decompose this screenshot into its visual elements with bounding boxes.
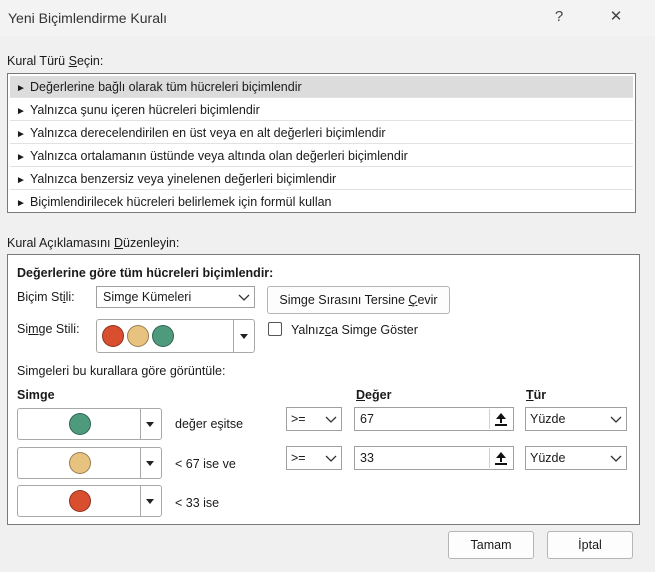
condition-text-row-1: değer eşitse — [175, 417, 244, 431]
red-circle-icon — [69, 490, 91, 512]
column-header-value: Değer — [356, 388, 392, 402]
icon-style-select[interactable] — [96, 319, 255, 353]
yellow-circle-icon — [69, 452, 91, 474]
arrow-right-icon: ► — [16, 83, 26, 94]
title-bar: Yeni Biçimlendirme Kuralı ? ✕ — [0, 0, 655, 36]
format-style-label: Biçim Stili: — [17, 290, 75, 304]
edit-description-label: Kural Açıklamasını Düzenleyin: — [7, 236, 180, 250]
collapse-dialog-icon[interactable] — [489, 448, 512, 468]
condition-text-row-3: < 33 ise — [175, 496, 220, 510]
green-circle-icon — [152, 325, 174, 347]
arrow-right-icon: ► — [16, 175, 26, 186]
icon-select-row-2[interactable] — [17, 447, 162, 479]
dropdown-arrow-icon — [240, 334, 248, 339]
dropdown-arrow-icon — [146, 422, 154, 427]
description-heading: Değerlerine göre tüm hücreleri biçimlend… — [17, 266, 274, 280]
operator-select-row-1[interactable]: >= — [286, 407, 342, 431]
format-style-select[interactable]: Simge Kümeleri — [96, 286, 255, 308]
arrow-right-icon: ► — [16, 106, 26, 117]
operator-select-row-2[interactable]: >= — [286, 446, 342, 470]
rule-description-panel: Değerlerine göre tüm hücreleri biçimlend… — [7, 254, 640, 525]
type-select-row-1[interactable]: Yüzde — [525, 407, 627, 431]
show-icon-only-label: Yalnızca Simge Göster — [291, 323, 418, 337]
arrow-right-icon: ► — [16, 129, 26, 140]
yellow-circle-icon — [127, 325, 149, 347]
column-header-type: Tür — [526, 388, 547, 402]
type-select-row-2[interactable]: Yüzde — [525, 446, 627, 470]
rule-type-item[interactable]: ► Yalnızca benzersiz veya yinelenen değer… — [10, 168, 633, 190]
rule-type-item[interactable]: ► Biçimlendirilecek hücreleri belirlemek … — [10, 191, 633, 213]
help-button[interactable]: ? — [547, 6, 571, 28]
ok-button[interactable]: Tamam — [448, 531, 534, 559]
reverse-icon-order-button[interactable]: Simge Sırasını Tersine Çevir — [267, 286, 450, 314]
arrow-right-icon: ► — [16, 198, 26, 209]
icon-select-row-1[interactable] — [17, 408, 162, 440]
value-input-row-2[interactable]: 33 — [354, 446, 514, 470]
column-header-icon: Simge — [17, 388, 55, 402]
icon-select-row-3[interactable] — [17, 485, 162, 517]
rule-type-label: Kural Türü Seçin: — [7, 54, 104, 68]
close-button[interactable]: ✕ — [604, 6, 628, 28]
window-title: Yeni Biçimlendirme Kuralı — [8, 10, 167, 26]
chevron-down-icon — [325, 455, 337, 462]
cancel-button[interactable]: İptal — [547, 531, 633, 559]
icon-style-label: Simge Stili: — [17, 322, 80, 336]
green-circle-icon — [69, 413, 91, 435]
chevron-down-icon — [325, 416, 337, 423]
chevron-down-icon — [238, 294, 250, 301]
rule-type-item[interactable]: ► Yalnızca ortalamanın üstünde veya altın… — [10, 145, 633, 167]
condition-text-row-2: < 67 ise ve — [175, 457, 236, 471]
chevron-down-icon — [610, 416, 622, 423]
display-rules-label: Simgeleri bu kurallara göre görüntüle: — [17, 364, 226, 378]
show-icon-only-checkbox[interactable] — [268, 322, 282, 336]
red-circle-icon — [102, 325, 124, 347]
rule-type-item[interactable]: ► Yalnızca derecelendirilen en üst veya e… — [10, 122, 633, 144]
rule-type-list[interactable]: ► Değerlerine bağlı olarak tüm hücreleri … — [7, 73, 636, 213]
value-input-row-1[interactable]: 67 — [354, 407, 514, 431]
dropdown-arrow-icon — [146, 499, 154, 504]
rule-type-item[interactable]: ► Yalnızca şunu içeren hücreleri biçimlen… — [10, 99, 633, 121]
arrow-right-icon: ► — [16, 152, 26, 163]
rule-type-item[interactable]: ► Değerlerine bağlı olarak tüm hücreleri … — [10, 76, 633, 98]
dropdown-arrow-icon — [146, 461, 154, 466]
collapse-dialog-icon[interactable] — [489, 409, 512, 429]
chevron-down-icon — [610, 455, 622, 462]
